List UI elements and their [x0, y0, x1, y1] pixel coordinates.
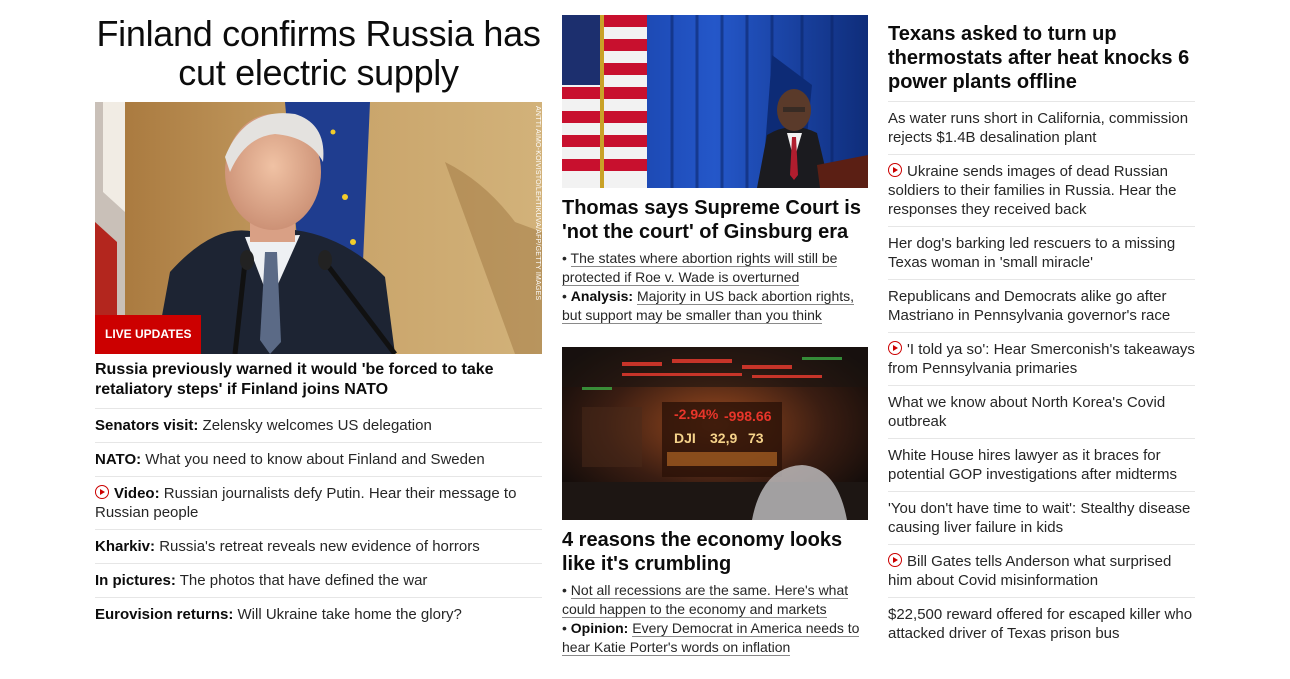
link-kicker: Kharkiv: [95, 538, 156, 555]
link-text: The photos that have defined the war [175, 572, 428, 589]
trading-floor-photo: -2.94% -998.66 DJI 32,9 73 [562, 347, 868, 520]
link-kicker: Senators visit: [95, 417, 199, 434]
link-text: Bill Gates tells Anderson what surprised… [888, 553, 1172, 589]
link-text: Zelensky welcomes US delegation [198, 417, 432, 434]
screen-points: -998.66 [724, 408, 772, 424]
story-card-economy: -2.94% -998.66 DJI 32,9 73 4 reasons the… [562, 347, 868, 657]
link-text: $22,500 reward offered for escaped kille… [888, 606, 1193, 642]
list-item[interactable]: $22,500 reward offered for escaped kille… [888, 598, 1195, 650]
link-kicker: Eurovision returns: [95, 606, 234, 623]
lead-story-column: Finland confirms Russia has cut electric… [95, 14, 542, 631]
link-kicker: Opinion: [570, 620, 629, 636]
top-stories-column: Texans asked to turn up thermostats afte… [888, 22, 1195, 650]
lead-related-links: Senators visit: Zelensky welcomes US del… [95, 409, 542, 631]
play-circle-icon [888, 553, 902, 567]
link-text[interactable]: Not all recessions are the same. Here's … [562, 582, 849, 618]
thomas-story-image[interactable] [562, 15, 868, 188]
screen-value-cut: 73 [748, 430, 764, 446]
list-item[interactable]: White House hires lawyer as it braces fo… [888, 439, 1195, 492]
screen-index: DJI [674, 430, 696, 446]
secondary-stories-column: Thomas says Supreme Court is 'not the co… [562, 15, 868, 657]
link-text: Will Ukraine take home the glory? [233, 606, 462, 623]
headline-list: As water runs short in California, commi… [888, 102, 1195, 650]
justice-photo [562, 15, 868, 188]
lead-story-image[interactable]: ANTTI AIMO-KOIVISTO/LEHTIKUVA/AFP/GETTY … [95, 102, 542, 354]
link-text: White House hires lawyer as it braces fo… [888, 447, 1178, 483]
list-item[interactable]: 'You don't have time to wait': Stealthy … [888, 492, 1195, 545]
list-item[interactable]: • Opinion: Every Democrat in America nee… [562, 619, 868, 657]
play-circle-icon [888, 341, 902, 355]
list-item[interactable]: • Analysis: Majority in US back abortion… [562, 287, 868, 325]
list-item[interactable]: In pictures: The photos that have define… [95, 564, 542, 598]
lead-subheadline[interactable]: Russia previously warned it would 'be fo… [95, 360, 542, 409]
list-item[interactable]: NATO: What you need to know about Finlan… [95, 443, 542, 477]
screen-percent: -2.94% [674, 406, 719, 422]
thomas-story-bullets: • The states where abortion rights will … [562, 249, 868, 325]
link-text: Ukraine sends images of dead Russian sol… [888, 163, 1177, 218]
screen-value: 32,9 [710, 430, 737, 446]
link-kicker: NATO: [95, 451, 142, 468]
texas-headline[interactable]: Texans asked to turn up thermostats afte… [888, 22, 1195, 102]
economy-story-image[interactable]: -2.94% -998.66 DJI 32,9 73 [562, 347, 868, 520]
link-text: As water runs short in California, commi… [888, 110, 1189, 146]
list-item[interactable]: Video: Russian journalists defy Putin. H… [95, 477, 542, 530]
link-kicker: In pictures: [95, 572, 176, 589]
live-updates-badge[interactable]: LIVE UPDATES [95, 315, 202, 354]
story-card-thomas: Thomas says Supreme Court is 'not the co… [562, 15, 868, 325]
lead-headline[interactable]: Finland confirms Russia has cut electric… [95, 14, 542, 92]
link-text: 'You don't have time to wait': Stealthy … [888, 500, 1191, 536]
link-kicker: Video: [114, 485, 160, 502]
link-kicker: Analysis: [570, 288, 634, 304]
list-item[interactable]: Senators visit: Zelensky welcomes US del… [95, 409, 542, 443]
list-item[interactable]: • Not all recessions are the same. Here'… [562, 581, 868, 619]
list-item[interactable]: 'I told ya so': Hear Smerconish's takeaw… [888, 333, 1195, 386]
link-text: Russia's retreat reveals new evidence of… [155, 538, 480, 555]
economy-story-headline[interactable]: 4 reasons the economy looks like it's cr… [562, 528, 868, 576]
list-item[interactable]: Republicans and Democrats alike go after… [888, 280, 1195, 333]
image-credit: ANTTI AIMO-KOIVISTO/LEHTIKUVA/AFP/GETTY … [534, 106, 541, 301]
list-item[interactable]: Bill Gates tells Anderson what surprised… [888, 545, 1195, 598]
list-item[interactable]: What we know about North Korea's Covid o… [888, 386, 1195, 439]
link-text: 'I told ya so': Hear Smerconish's takeaw… [888, 341, 1195, 377]
list-item[interactable]: Eurovision returns: Will Ukraine take ho… [95, 598, 542, 631]
list-item[interactable]: As water runs short in California, commi… [888, 102, 1195, 155]
link-text: Her dog's barking led rescuers to a miss… [888, 235, 1176, 271]
link-text: What we know about North Korea's Covid o… [888, 394, 1166, 430]
link-text[interactable]: The states where abortion rights will st… [562, 250, 838, 286]
economy-story-bullets: • Not all recessions are the same. Here'… [562, 581, 868, 657]
link-text: What you need to know about Finland and … [141, 451, 485, 468]
play-circle-icon [95, 485, 109, 499]
list-item[interactable]: • The states where abortion rights will … [562, 249, 868, 287]
thomas-story-headline[interactable]: Thomas says Supreme Court is 'not the co… [562, 196, 868, 244]
play-circle-icon [888, 163, 902, 177]
list-item[interactable]: Her dog's barking led rescuers to a miss… [888, 227, 1195, 280]
list-item[interactable]: Kharkiv: Russia's retreat reveals new ev… [95, 530, 542, 564]
link-text: Republicans and Democrats alike go after… [888, 288, 1171, 324]
list-item[interactable]: Ukraine sends images of dead Russian sol… [888, 155, 1195, 227]
